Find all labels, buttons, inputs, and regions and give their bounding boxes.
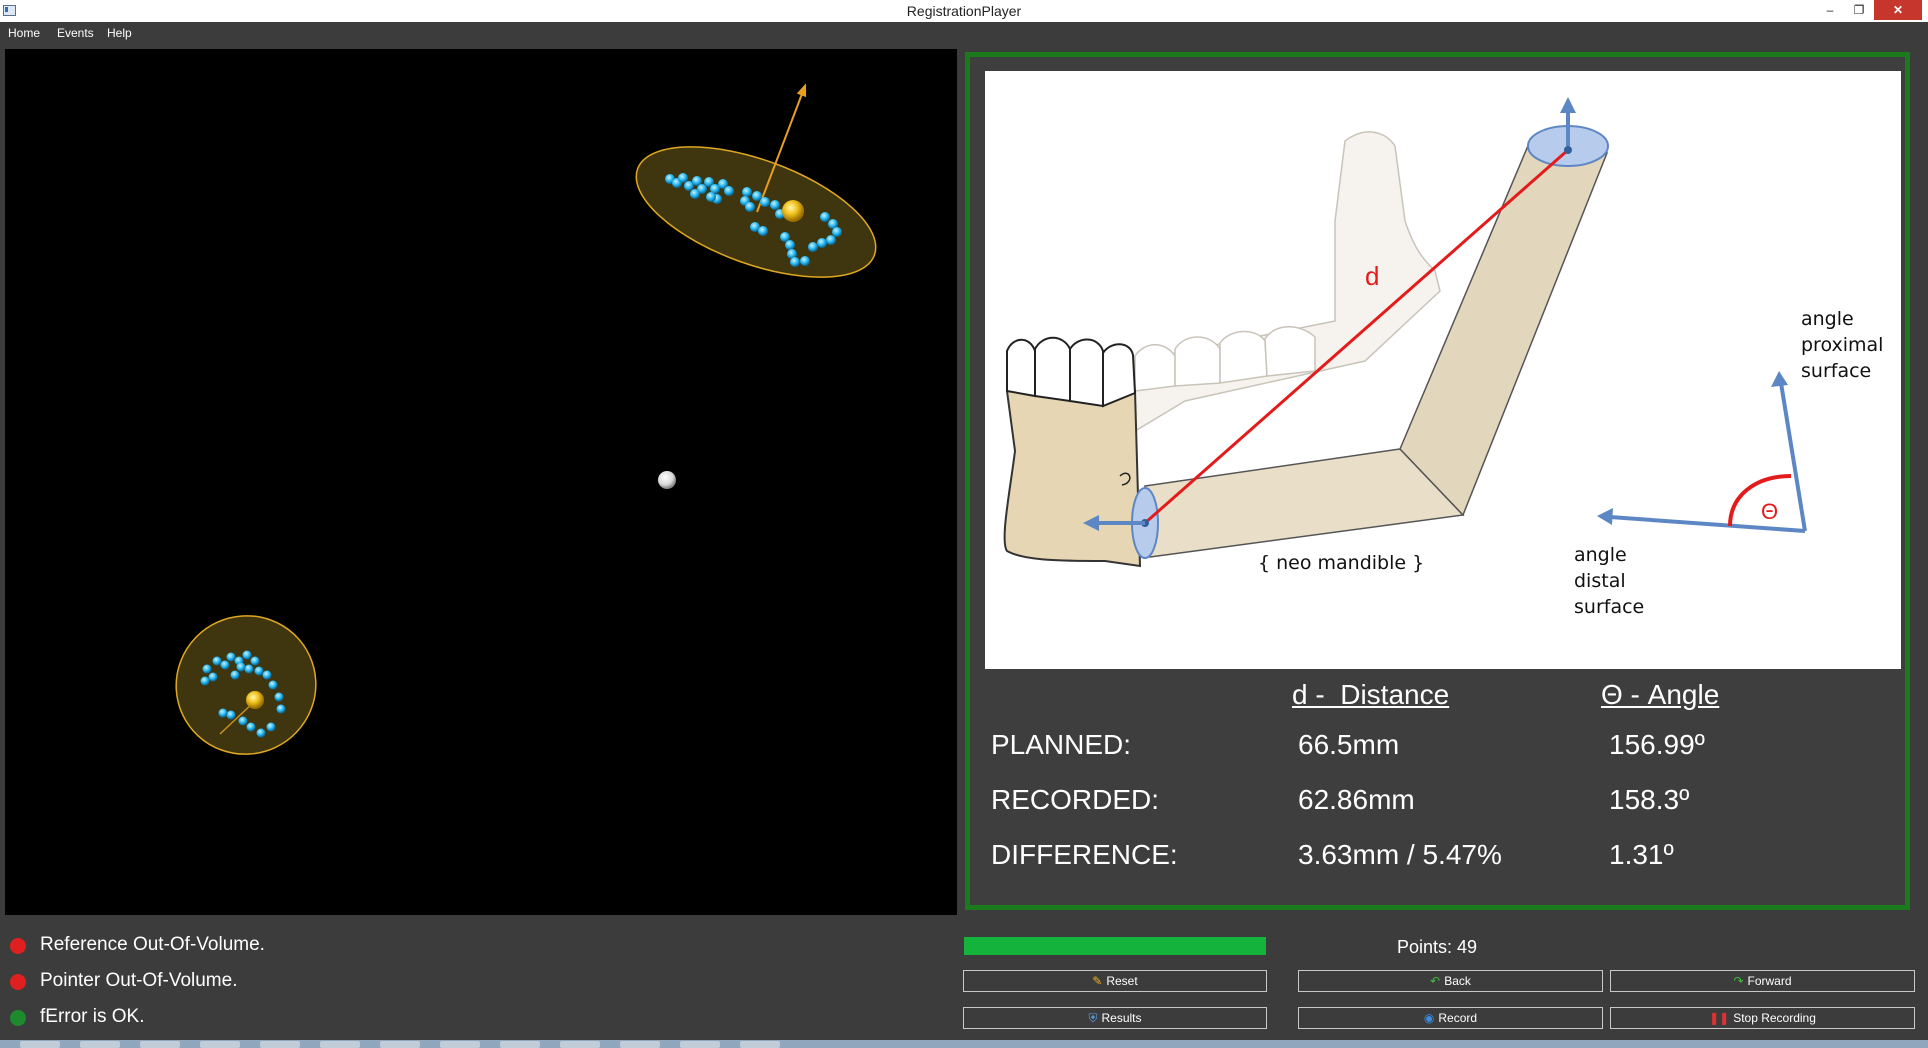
angle-header: Θ - Angle	[1601, 679, 1720, 710]
neo-mandible-ramus	[1399, 140, 1609, 517]
difference-angle: 1.31º	[1609, 839, 1674, 870]
progress-bar	[964, 937, 1266, 955]
status-text: Pointer Out-Of-Volume.	[40, 970, 238, 991]
pointer-sphere	[658, 471, 676, 489]
menu-bar: Home Events Help	[0, 22, 1928, 46]
distance-label: d	[1365, 261, 1379, 291]
distal-label-1: angle	[1574, 544, 1627, 566]
back-button[interactable]: ↶ Back	[1298, 970, 1603, 992]
theta-label: Θ	[1761, 499, 1778, 524]
3d-view[interactable]	[5, 49, 957, 915]
taskbar-item[interactable]	[320, 1041, 360, 1048]
distance-header: d - Distance	[1292, 679, 1450, 710]
window-title: RegistrationPlayer	[906, 3, 1022, 19]
3d-scene	[175, 83, 877, 755]
taskbar	[0, 1040, 1928, 1048]
results-button-label: Results	[1101, 1011, 1142, 1025]
status-indicator-icon	[10, 1010, 26, 1026]
reset-button[interactable]: ✎ Reset	[963, 970, 1267, 992]
recorded-label: RECORDED:	[991, 784, 1160, 815]
taskbar-item[interactable]	[20, 1041, 60, 1048]
record-button[interactable]: ◉ Record	[1298, 1007, 1603, 1029]
points-label: Points: 49	[1397, 937, 1478, 957]
taskbar-item[interactable]	[740, 1041, 780, 1048]
broom-icon: ✎	[1092, 974, 1103, 988]
menu-help[interactable]: Help	[107, 26, 132, 40]
recorded-angle: 158.3º	[1609, 784, 1690, 815]
stop-recording-button[interactable]: ❚❚ Stop Recording	[1610, 1007, 1915, 1029]
menu-home[interactable]: Home	[8, 26, 40, 40]
forward-button[interactable]: ↷ Forward	[1610, 970, 1915, 992]
recorded-distance: 62.86mm	[1298, 784, 1415, 815]
close-button[interactable]: ✕	[1874, 0, 1922, 20]
forward-arrow-icon: ↷	[1733, 974, 1744, 988]
anterior-mandible	[1003, 390, 1142, 568]
taskbar-item[interactable]	[200, 1041, 240, 1048]
taskbar-item[interactable]	[140, 1041, 180, 1048]
status-indicator-icon	[10, 938, 26, 954]
distal-label-2: distal	[1574, 570, 1626, 592]
proximal-label-1: angle	[1801, 308, 1854, 330]
mandible-diagram: d Θ { neo mandible } angle proximal surf…	[985, 71, 1901, 669]
faded-teeth	[1134, 326, 1316, 392]
taskbar-item[interactable]	[260, 1041, 300, 1048]
maximize-button[interactable]: ❐	[1845, 0, 1873, 20]
stop-recording-button-label: Stop Recording	[1733, 1011, 1816, 1025]
results-panel: d Θ { neo mandible } angle proximal surf…	[965, 52, 1910, 910]
difference-distance: 3.63mm / 5.47%	[1298, 839, 1502, 870]
taskbar-item[interactable]	[680, 1041, 720, 1048]
taskbar-item[interactable]	[500, 1041, 540, 1048]
back-button-label: Back	[1444, 974, 1471, 988]
taskbar-item[interactable]	[440, 1041, 480, 1048]
shield-icon: ⛨	[1088, 1011, 1098, 1025]
proximal-label-2: proximal	[1801, 334, 1883, 356]
planned-distance: 66.5mm	[1298, 729, 1400, 760]
taskbar-item[interactable]	[80, 1041, 120, 1048]
status-indicator-icon	[10, 974, 26, 990]
status-text: Reference Out-Of-Volume.	[40, 934, 265, 955]
forward-button-label: Forward	[1747, 974, 1792, 988]
planned-angle: 156.99º	[1609, 729, 1705, 760]
taskbar-item[interactable]	[620, 1041, 660, 1048]
title-bar: RegistrationPlayer – ❐ ✕	[0, 0, 1928, 23]
back-arrow-icon: ↶	[1430, 974, 1441, 988]
progress-fill	[964, 937, 1266, 955]
menu-events[interactable]: Events	[57, 26, 94, 40]
record-icon: ◉	[1423, 1011, 1435, 1025]
stop-icon: ❚❚	[1709, 1011, 1730, 1025]
difference-label: DIFFERENCE:	[991, 839, 1178, 870]
reset-button-label: Reset	[1106, 974, 1138, 988]
distal-label-3: surface	[1574, 596, 1644, 618]
minimize-button[interactable]: –	[1816, 0, 1844, 20]
record-button-label: Record	[1438, 1011, 1478, 1025]
taskbar-item[interactable]	[560, 1041, 600, 1048]
taskbar-item[interactable]	[380, 1041, 420, 1048]
status-text: fError is OK.	[40, 1006, 145, 1027]
proximal-label-3: surface	[1801, 360, 1871, 382]
planned-label: PLANNED:	[991, 729, 1132, 760]
pointer-marker-disc	[175, 615, 317, 755]
reference-marker-disc	[635, 83, 877, 278]
results-button[interactable]: ⛨ Results	[963, 1007, 1267, 1029]
neo-mandible-label: { neo mandible }	[1258, 552, 1424, 574]
